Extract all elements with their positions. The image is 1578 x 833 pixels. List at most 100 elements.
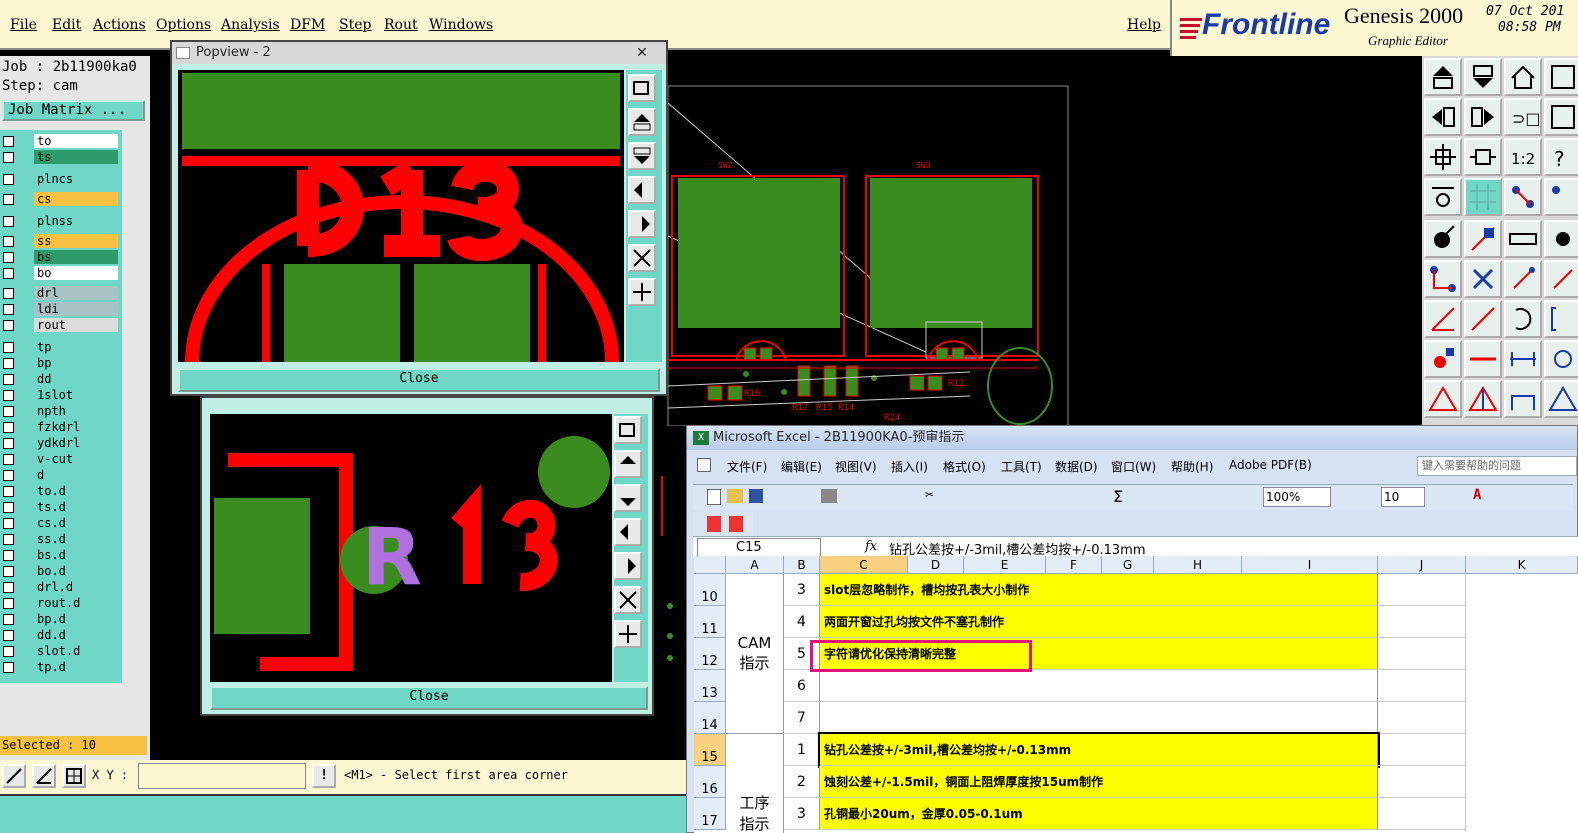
tool-triangle-icon[interactable]: [1424, 380, 1462, 418]
empty-cell[interactable]: [1378, 798, 1466, 830]
item-number[interactable]: 1: [784, 734, 820, 766]
warning-icon[interactable]: !: [312, 764, 336, 788]
menu-actions[interactable]: Actions: [93, 17, 146, 33]
excel-menu-adobe[interactable]: Adobe PDF(B): [1229, 458, 1312, 472]
tool-hline-icon[interactable]: [1464, 340, 1502, 378]
layer-name[interactable]: bp: [34, 356, 118, 370]
layer-checkbox[interactable]: [3, 268, 14, 279]
pv-pan-right-icon[interactable]: [628, 210, 656, 238]
tool-help-icon[interactable]: ?: [1544, 138, 1578, 176]
layer-checkbox[interactable]: [3, 486, 14, 497]
layer-name[interactable]: slot.d: [34, 644, 118, 658]
layer-row[interactable]: bo.d: [0, 564, 122, 579]
layer-checkbox[interactable]: [3, 422, 14, 433]
popview-close-button[interactable]: Close: [178, 368, 660, 392]
layer-checkbox[interactable]: [3, 320, 14, 331]
layer-name[interactable]: ts.d: [34, 500, 118, 514]
menu-windows[interactable]: Windows: [429, 17, 493, 33]
layer-row[interactable]: bp.d: [0, 612, 122, 627]
excel-menu-window[interactable]: 窗口(W): [1111, 458, 1156, 475]
layer-row[interactable]: cs.d: [0, 516, 122, 531]
layer-row[interactable]: v-cut: [0, 452, 122, 467]
col-header-j[interactable]: J: [1378, 556, 1466, 574]
layer-checkbox[interactable]: [3, 566, 14, 577]
layer-checkbox[interactable]: [3, 358, 14, 369]
layer-checkbox[interactable]: [3, 646, 14, 657]
layer-name[interactable]: to: [34, 134, 118, 148]
layer-name[interactable]: bo.d: [34, 564, 118, 578]
empty-cell[interactable]: [1378, 574, 1466, 606]
col-header-b[interactable]: B: [784, 556, 820, 574]
layer-name[interactable]: bp.d: [34, 612, 118, 626]
tool-connect-icon[interactable]: [1424, 260, 1462, 298]
font-size-select[interactable]: 10: [1381, 487, 1425, 507]
row-header[interactable]: 13: [694, 670, 726, 702]
layer-checkbox[interactable]: [3, 598, 14, 609]
pv-zoom-in-icon[interactable]: [628, 278, 656, 306]
layer-row[interactable]: npth: [0, 404, 122, 419]
layer-checkbox[interactable]: [3, 662, 14, 673]
tool-scale-icon[interactable]: 1:2: [1504, 138, 1542, 176]
layer-name[interactable]: drl: [34, 286, 118, 300]
layer-row[interactable]: plnss: [0, 214, 122, 229]
instruction-cell[interactable]: [820, 702, 1378, 734]
print-icon[interactable]: [821, 489, 837, 503]
layer-checkbox[interactable]: [3, 406, 14, 417]
pv-pan-up-icon[interactable]: [628, 108, 656, 136]
tool-drill-icon[interactable]: [1424, 340, 1462, 378]
col-header-a[interactable]: A: [726, 556, 784, 574]
open-folder-icon[interactable]: [727, 489, 743, 503]
tool-dimension-icon[interactable]: [1504, 340, 1542, 378]
layer-checkbox[interactable]: [3, 390, 14, 401]
tool-triangle3-icon[interactable]: [1544, 380, 1578, 418]
pv2-zoom-out-icon[interactable]: [614, 586, 642, 614]
pv-zoom-out-icon[interactable]: [628, 244, 656, 272]
tool-ruler-icon[interactable]: [1504, 220, 1542, 258]
instruction-cell[interactable]: 钻孔公差按+/-3mil,槽公差均按+/-0.13mm: [818, 732, 1380, 768]
row-header[interactable]: 12: [694, 638, 726, 670]
tool-settings-icon[interactable]: [1424, 178, 1462, 216]
empty-cell[interactable]: [1378, 638, 1466, 670]
close-icon[interactable]: ✕: [622, 44, 662, 62]
layer-row[interactable]: to.d: [0, 484, 122, 499]
col-header-h[interactable]: H: [1154, 556, 1242, 574]
pv2-pan-down-icon[interactable]: [614, 484, 642, 512]
pv2-pan-up-icon[interactable]: [614, 450, 642, 478]
tool-zoom-out-icon[interactable]: [1464, 138, 1502, 176]
empty-cell[interactable]: [1378, 606, 1466, 638]
font-color-icon[interactable]: A: [1473, 487, 1481, 503]
excel-menu-format[interactable]: 格式(O): [943, 458, 986, 475]
layer-name[interactable]: ss: [34, 234, 118, 248]
layer-name[interactable]: cs.d: [34, 516, 118, 530]
layer-row[interactable]: 1slot: [0, 388, 122, 403]
layer-name[interactable]: bo: [34, 266, 118, 280]
empty-cell[interactable]: [1378, 702, 1466, 734]
corner-cell[interactable]: [694, 556, 726, 574]
layer-checkbox[interactable]: [3, 252, 14, 263]
layer-checkbox[interactable]: [3, 582, 14, 593]
layer-name[interactable]: bs: [34, 250, 118, 264]
excel-menu-tools[interactable]: 工具(T): [1001, 458, 1042, 475]
row-header[interactable]: 10: [694, 574, 726, 606]
layer-row[interactable]: ydkdrl: [0, 436, 122, 451]
layer-row[interactable]: bo: [0, 266, 122, 281]
tool-grid-icon[interactable]: [1464, 178, 1502, 216]
layer-row[interactable]: tp: [0, 340, 122, 355]
empty-cell[interactable]: [1378, 670, 1466, 702]
job-matrix-button[interactable]: Job Matrix ...: [2, 100, 145, 121]
layer-checkbox[interactable]: [3, 534, 14, 545]
tool-zoom-in-icon[interactable]: [1424, 138, 1462, 176]
excel-menu-insert[interactable]: 插入(I): [891, 458, 928, 475]
layer-name[interactable]: v-cut: [34, 452, 118, 466]
save-icon[interactable]: [749, 489, 763, 503]
layer-checkbox[interactable]: [3, 550, 14, 561]
instruction-cell[interactable]: slot层忽略制作，槽均按孔表大小制作: [820, 574, 1378, 606]
layer-row[interactable]: rout.d: [0, 596, 122, 611]
row-header[interactable]: 14: [694, 702, 726, 734]
function-icon[interactable]: fx: [865, 539, 877, 554]
name-box[interactable]: C15: [697, 538, 821, 557]
item-number[interactable]: 7: [784, 702, 820, 734]
layer-name[interactable]: tp: [34, 340, 118, 354]
pdf-convert-icon[interactable]: [729, 516, 743, 532]
cut-icon[interactable]: ✂: [925, 487, 933, 503]
